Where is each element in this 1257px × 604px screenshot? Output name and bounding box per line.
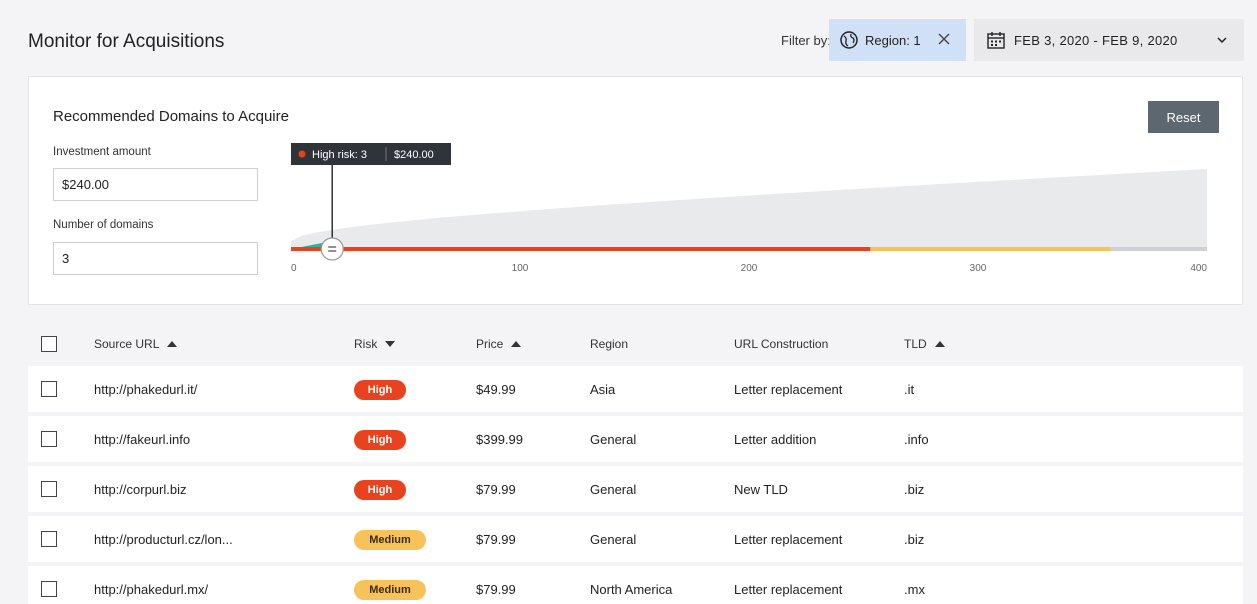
investment-area bbox=[291, 169, 1207, 249]
risk-badge: Medium bbox=[354, 530, 426, 550]
tld-cell: .info bbox=[904, 432, 929, 447]
date-range-label: FEB 3, 2020 - FEB 9, 2020 bbox=[1014, 32, 1178, 48]
column-label: Region bbox=[590, 337, 629, 351]
x-tick-label: 100 bbox=[512, 263, 529, 274]
tld-cell: .it bbox=[904, 382, 915, 397]
tld-cell: .biz bbox=[904, 482, 925, 497]
table-row[interactable]: http://phakedurl.it/High $49.99 Asia Letter… bbox=[28, 366, 1243, 414]
domains-input[interactable] bbox=[53, 242, 258, 275]
column-risk[interactable]: Risk bbox=[354, 337, 396, 351]
panel-title: Recommended Domains to Acquire bbox=[53, 108, 289, 125]
date-range-picker[interactable]: FEB 3, 2020 - FEB 9, 2020 bbox=[974, 19, 1244, 61]
risk-segment-low bbox=[1110, 247, 1207, 251]
domains-label: Number of domains bbox=[53, 219, 154, 231]
source-url-cell[interactable]: http://fakeurl.info bbox=[94, 432, 190, 447]
column-label: Price bbox=[476, 337, 504, 351]
source-url-cell[interactable]: http://producturl.cz/lon... bbox=[94, 532, 233, 547]
url-construction-cell: Letter replacement bbox=[734, 382, 843, 397]
close-icon[interactable] bbox=[936, 31, 952, 47]
url-construction-cell: New TLD bbox=[734, 482, 788, 497]
investment-input[interactable] bbox=[53, 168, 258, 201]
region-cell: North America bbox=[590, 582, 673, 597]
column-tld[interactable]: TLD bbox=[904, 337, 945, 351]
source-url-cell[interactable]: http://corpurl.biz bbox=[94, 482, 187, 497]
region-cell: General bbox=[590, 432, 637, 447]
price-cell: $49.99 bbox=[476, 382, 516, 397]
x-tick-label: 400 bbox=[1190, 263, 1207, 274]
column-label: URL Construction bbox=[734, 337, 829, 351]
price-cell: $79.99 bbox=[476, 482, 516, 497]
sort-ascending-icon bbox=[167, 341, 178, 347]
region-filter-chip[interactable]: Region: 1 bbox=[829, 19, 966, 61]
row-checkbox[interactable] bbox=[41, 431, 57, 447]
calendar-icon bbox=[987, 32, 1005, 49]
tooltip-risk-dot bbox=[298, 150, 306, 158]
source-url-cell[interactable]: http://phakedurl.mx/ bbox=[94, 582, 208, 597]
region-filter-label: Region: 1 bbox=[865, 32, 921, 48]
sort-ascending-icon bbox=[511, 341, 522, 347]
risk-badge: High bbox=[354, 380, 406, 400]
column-label: TLD bbox=[904, 337, 927, 351]
filter-label: Filter by: bbox=[781, 33, 831, 48]
price-cell: $79.99 bbox=[476, 582, 516, 597]
table-row[interactable]: http://corpurl.biz High $79.99 General New T… bbox=[28, 466, 1243, 514]
risk-segment-medium bbox=[870, 247, 1111, 251]
recommendation-panel: Recommended Domains to Acquire Reset Inv… bbox=[28, 76, 1243, 305]
risk-badge: Medium bbox=[354, 580, 426, 600]
column-region[interactable]: Region bbox=[590, 337, 628, 351]
column-label: Source URL bbox=[94, 337, 160, 351]
region-cell: Asia bbox=[590, 382, 616, 397]
select-all-checkbox[interactable] bbox=[41, 336, 57, 352]
tld-cell: .mx bbox=[904, 582, 925, 597]
price-cell: $399.99 bbox=[476, 432, 523, 447]
slider-handle bbox=[320, 237, 344, 261]
column-label: Risk bbox=[354, 337, 378, 351]
table-row[interactable]: http://producturl.cz/lon... Medium $79.99 G… bbox=[28, 516, 1243, 564]
x-tick-label: 0 bbox=[291, 263, 297, 274]
url-construction-cell: Letter addition bbox=[734, 432, 817, 447]
investment-label: Investment amount bbox=[53, 146, 151, 158]
x-tick-label: 200 bbox=[741, 263, 758, 274]
page-header: Monitor for Acquisitions Filter by: Regi… bbox=[0, 0, 1257, 76]
table-header: Source URL Risk Price Region URL Constru… bbox=[28, 322, 1243, 366]
x-tick-label: 300 bbox=[970, 263, 987, 274]
tooltip-value: $240.00 bbox=[394, 149, 434, 161]
sort-ascending-icon bbox=[934, 341, 945, 347]
column-source-url[interactable]: Source URL bbox=[94, 337, 178, 351]
tld-cell: .biz bbox=[904, 532, 925, 547]
column-url-construction[interactable]: URL Construction bbox=[734, 337, 828, 351]
row-checkbox[interactable] bbox=[41, 481, 57, 497]
table-row[interactable]: http://phakedurl.mx/Medium $79.99 North Am… bbox=[28, 566, 1243, 604]
sort-descending-icon bbox=[385, 341, 396, 347]
table-row[interactable]: http://fakeurl.info High $399.99 General Let… bbox=[28, 416, 1243, 464]
column-price[interactable]: Price bbox=[476, 337, 522, 351]
reset-button[interactable]: Reset bbox=[1148, 101, 1219, 133]
region-cell: General bbox=[590, 482, 637, 497]
tooltip-label: High risk: 3 bbox=[312, 149, 367, 161]
row-checkbox[interactable] bbox=[41, 581, 57, 597]
risk-badge: High bbox=[354, 430, 406, 450]
source-url-cell[interactable]: http://phakedurl.it/ bbox=[94, 382, 197, 397]
region-cell: General bbox=[590, 532, 637, 547]
url-construction-cell: Letter replacement bbox=[734, 582, 843, 597]
chevron-down-icon bbox=[1217, 37, 1227, 44]
url-construction-cell: Letter replacement bbox=[734, 532, 843, 547]
page-title: Monitor for Acquisitions bbox=[28, 31, 225, 52]
row-checkbox[interactable] bbox=[41, 381, 57, 397]
row-checkbox[interactable] bbox=[41, 531, 57, 547]
risk-badge: High bbox=[354, 480, 406, 500]
price-cell: $79.99 bbox=[476, 532, 516, 547]
globe-icon bbox=[840, 31, 858, 49]
domain-investment-chart: 0 100 200 300 400 High risk: 3 $240.00 bbox=[291, 143, 1207, 274]
domains-table: Source URL Risk Price Region URL Constru… bbox=[28, 322, 1243, 604]
risk-segment-high bbox=[291, 247, 871, 251]
